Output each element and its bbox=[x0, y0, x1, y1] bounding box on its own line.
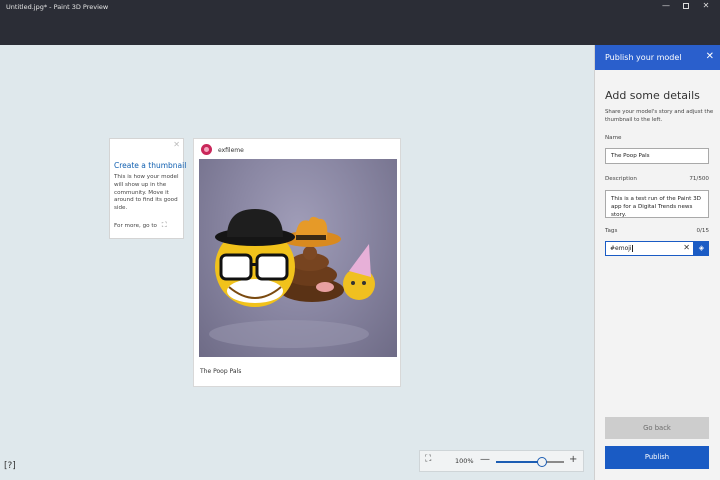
zoom-toolbar: ⛶ 100% — + bbox=[419, 450, 584, 472]
title-bar: Untitled.jpg* - Paint 3D Preview — ✕ bbox=[0, 0, 720, 45]
description-label: Description bbox=[605, 176, 637, 182]
avatar bbox=[201, 144, 212, 155]
go-back-button[interactable]: Go back bbox=[605, 417, 709, 439]
tags-label: Tags bbox=[605, 228, 618, 234]
zoom-level: 100% bbox=[455, 457, 474, 465]
zoom-in-button[interactable]: + bbox=[569, 454, 577, 465]
name-label: Name bbox=[605, 135, 622, 141]
publish-panel: Publish your model ✕ Add some details Sh… bbox=[594, 45, 720, 480]
close-window-button[interactable]: ✕ bbox=[696, 0, 716, 12]
help-icon[interactable]: [?] bbox=[4, 461, 16, 471]
emoji-model-scene bbox=[209, 209, 375, 348]
fit-to-window-button[interactable]: ⛶ bbox=[425, 454, 431, 464]
zoom-slider-fill bbox=[496, 461, 543, 463]
description-field[interactable]: This is a test run of the Paint 3D app f… bbox=[605, 190, 709, 218]
tags-input-value: #emoji bbox=[610, 245, 632, 252]
panel-heading: Add some details bbox=[605, 89, 700, 102]
post-preview-card: exfileme The Poop Pals bbox=[193, 138, 401, 387]
tags-count: 0/15 bbox=[696, 228, 709, 234]
text-caret bbox=[631, 245, 633, 252]
tip-body: This is how your model will show up in t… bbox=[114, 174, 179, 212]
thumbnail-tip-card: ✕ Create a thumbnail This is how your mo… bbox=[109, 138, 187, 239]
tip-more-text: For more, go to bbox=[114, 223, 157, 229]
tags-input[interactable]: #emoji ✕ bbox=[605, 241, 694, 256]
minimize-button[interactable]: — bbox=[656, 0, 676, 12]
tip-title: Create a thumbnail bbox=[114, 161, 187, 170]
maximize-button[interactable] bbox=[676, 0, 696, 12]
zoom-out-button[interactable]: — bbox=[480, 454, 490, 465]
tip-close-button[interactable]: ✕ bbox=[173, 140, 180, 149]
zoom-slider[interactable] bbox=[496, 457, 564, 467]
maximize-icon bbox=[683, 2, 689, 9]
panel-title: Publish your model bbox=[605, 53, 682, 62]
post-caption: The Poop Pals bbox=[200, 368, 242, 375]
tip-more: For more, go to ⛶ bbox=[114, 221, 167, 230]
panel-header: Publish your model ✕ bbox=[595, 45, 720, 70]
clear-tag-icon[interactable]: ✕ bbox=[683, 243, 690, 252]
panel-close-icon[interactable]: ✕ bbox=[706, 51, 714, 62]
fit-to-view-icon: ⛶ bbox=[161, 221, 167, 229]
window-title: Untitled.jpg* - Paint 3D Preview bbox=[6, 3, 109, 11]
name-field[interactable]: The Poop Pals bbox=[605, 148, 709, 164]
add-tag-button[interactable]: ◈ bbox=[694, 241, 709, 256]
post-username: exfileme bbox=[218, 147, 244, 154]
publish-button[interactable]: Publish bbox=[605, 446, 709, 469]
description-count: 71/500 bbox=[689, 176, 709, 182]
panel-subtitle: Share your model's story and adjust the … bbox=[605, 109, 714, 123]
zoom-slider-thumb[interactable] bbox=[537, 457, 548, 467]
model-thumbnail-image[interactable] bbox=[199, 159, 397, 357]
